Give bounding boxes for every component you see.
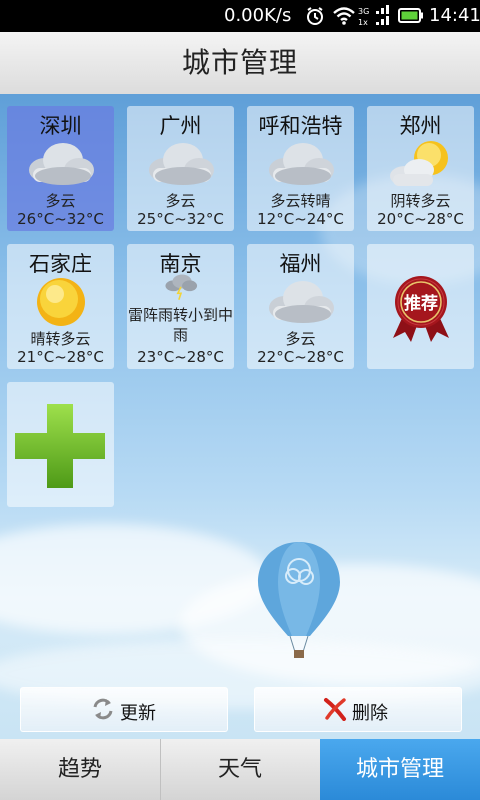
temperature-range: 20°C~28°C bbox=[377, 210, 464, 228]
wifi-icon bbox=[333, 7, 355, 25]
weather-condition: 多云 bbox=[45, 192, 76, 210]
weather-condition: 多云 bbox=[285, 330, 316, 348]
signal-1x-label: 1x bbox=[358, 18, 368, 27]
refresh-icon bbox=[93, 698, 113, 720]
tab-weather-label: 天气 bbox=[217, 757, 262, 782]
bottom-tab-bar: 趋势 天气 城市管理 bbox=[0, 739, 480, 800]
thunderstorm-icon bbox=[165, 274, 198, 300]
delete-button[interactable]: 删除 bbox=[254, 687, 462, 732]
refresh-label: 更新 bbox=[120, 703, 156, 724]
recommend-tile[interactable]: 推荐 bbox=[367, 244, 474, 369]
temperature-range: 21°C~28°C bbox=[17, 348, 104, 366]
weather-condition: 雷阵雨转小到中雨 bbox=[127, 306, 233, 344]
city-tile-fuzhou[interactable]: 福州 多云 22°C~28°C bbox=[247, 244, 354, 369]
network-speed: 0.00K/s bbox=[224, 5, 292, 26]
battery-icon bbox=[398, 8, 423, 23]
tab-weather[interactable]: 天气 bbox=[160, 739, 321, 800]
weather-condition: 阴转多云 bbox=[390, 192, 451, 210]
temperature-range: 26°C~32°C bbox=[17, 210, 104, 228]
cloudy-icon bbox=[269, 281, 334, 323]
city-tile-shijiazhuang[interactable]: 石家庄 晴转多云 21°C~28°C bbox=[7, 244, 114, 369]
city-grid-area: 深圳 多云 26°C~32°C 广州 多云 25°C~32°C 呼和浩特 多云转… bbox=[0, 94, 480, 739]
cloudy-icon bbox=[29, 143, 94, 185]
temperature-range: 22°C~28°C bbox=[257, 348, 344, 366]
cloudy-icon bbox=[269, 143, 334, 185]
temperature-range: 23°C~28°C bbox=[137, 348, 224, 366]
sun-icon bbox=[37, 278, 85, 326]
city-tile-nanjing[interactable]: 南京 雷阵雨转小到中雨 23°C~28°C bbox=[127, 244, 234, 369]
plus-icon bbox=[15, 404, 105, 488]
signal-3g-label: 3G bbox=[358, 7, 369, 16]
ribbon-badge-icon: 推荐 bbox=[393, 276, 449, 342]
page-title: 城市管理 bbox=[181, 46, 298, 79]
tab-city-management[interactable]: 城市管理 bbox=[320, 739, 480, 800]
temperature-range: 25°C~32°C bbox=[137, 210, 224, 228]
signal-icon: 3G 1x bbox=[358, 5, 389, 27]
weather-condition: 多云 bbox=[165, 192, 196, 210]
sun-cloud-icon bbox=[390, 141, 448, 186]
tab-city-management-label: 城市管理 bbox=[355, 757, 444, 782]
clock-time: 14:41 bbox=[429, 5, 480, 26]
city-tile-guangzhou[interactable]: 广州 多云 25°C~32°C bbox=[127, 106, 234, 231]
alarm-clock-icon bbox=[307, 7, 323, 25]
refresh-button[interactable]: 更新 bbox=[20, 687, 228, 732]
status-bar: 0.00K/s 3G 1x 14:41 bbox=[0, 0, 480, 32]
weather-condition: 多云转晴 bbox=[270, 192, 331, 210]
city-tile-shenzhen[interactable]: 深圳 多云 26°C~32°C bbox=[7, 106, 114, 231]
city-tile-hohhot[interactable]: 呼和浩特 多云转晴 12°C~24°C bbox=[247, 106, 354, 231]
weather-condition: 晴转多云 bbox=[30, 330, 91, 348]
cloudy-icon bbox=[149, 143, 214, 185]
delete-x-icon bbox=[324, 698, 346, 721]
add-city-tile[interactable] bbox=[7, 382, 114, 507]
tab-trend-label: 趋势 bbox=[57, 757, 102, 782]
delete-label: 删除 bbox=[352, 703, 388, 724]
hot-air-balloon-decoration bbox=[258, 542, 340, 658]
temperature-range: 12°C~24°C bbox=[257, 210, 344, 228]
city-tile-zhengzhou[interactable]: 郑州 阴转多云 20°C~28°C bbox=[367, 106, 474, 231]
tab-trend[interactable]: 趋势 bbox=[0, 739, 161, 800]
title-bar: 城市管理 bbox=[0, 32, 480, 95]
recommend-label: 推荐 bbox=[404, 293, 438, 314]
